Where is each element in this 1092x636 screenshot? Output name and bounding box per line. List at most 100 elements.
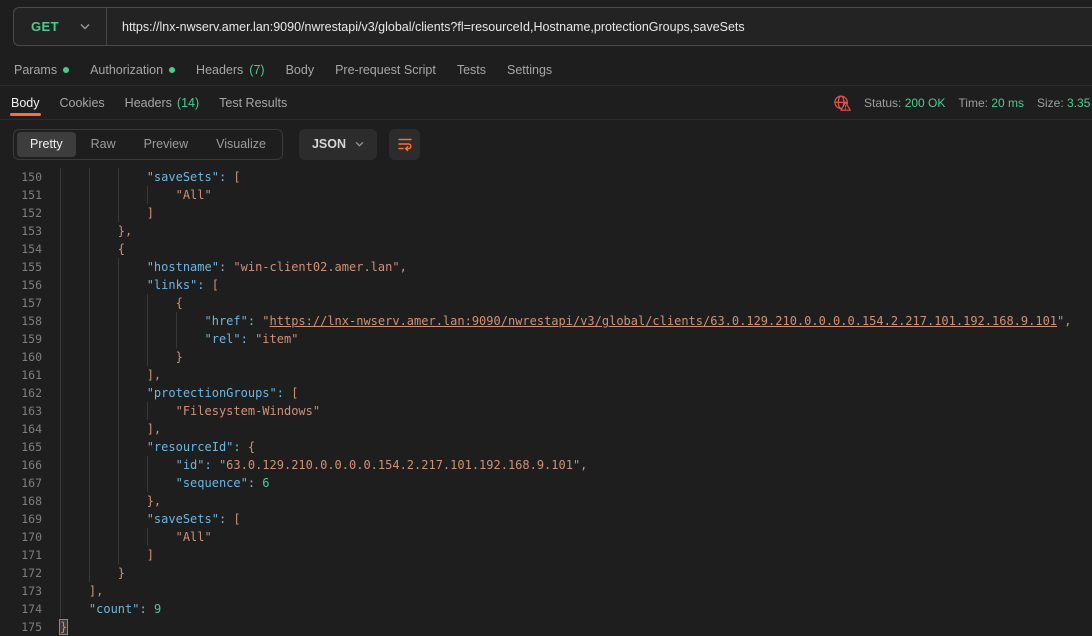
indent-guide <box>89 438 90 456</box>
code-line[interactable]: 150 "saveSets": [ <box>0 168 1092 186</box>
code-line-content: ], <box>60 366 1092 384</box>
code-line[interactable]: 165 "resourceId": { <box>0 438 1092 456</box>
indent-guide <box>147 456 148 474</box>
indent-guide <box>60 420 61 438</box>
indent-guide <box>147 330 148 348</box>
indent-guide <box>60 474 61 492</box>
indent-guide <box>60 312 61 330</box>
line-number: 171 <box>0 546 42 564</box>
code-line[interactable]: 154 { <box>0 240 1092 258</box>
tab-pre-request-script[interactable]: Pre-request Script <box>335 63 436 77</box>
code-line[interactable]: 152 ] <box>0 204 1092 222</box>
code-line-content: } <box>60 348 1092 366</box>
json-token: "id": <box>176 458 219 472</box>
status-badge: Status: 200 OK <box>864 96 945 110</box>
tab-tests[interactable]: Tests <box>457 63 486 77</box>
code-line[interactable]: 160 } <box>0 348 1092 366</box>
url-input[interactable]: https://lnx-nwserv.amer.lan:9090/nwresta… <box>107 20 745 34</box>
indent-guide <box>147 294 148 312</box>
tab-authorization[interactable]: Authorization <box>90 63 175 77</box>
green-dot-icon <box>63 67 69 73</box>
code-line[interactable]: 171 ] <box>0 546 1092 564</box>
code-line-content: "href": "https://lnx-nwserv.amer.lan:909… <box>60 312 1092 330</box>
code-line[interactable]: 168 }, <box>0 492 1092 510</box>
json-token: "links": <box>147 278 212 292</box>
code-line[interactable]: 153 }, <box>0 222 1092 240</box>
code-line-content: } <box>60 618 1092 636</box>
indent-guide <box>89 366 90 384</box>
code-line[interactable]: 163 "Filesystem-Windows" <box>0 402 1092 420</box>
code-line[interactable]: 151 "All" <box>0 186 1092 204</box>
json-token: "All" <box>176 188 212 202</box>
response-view-bar: PrettyRawPreviewVisualize JSON <box>0 120 1092 168</box>
code-line-content: "All" <box>60 528 1092 546</box>
indent-guide <box>89 564 90 582</box>
indent-guide <box>118 366 119 384</box>
indent-guide <box>176 330 177 348</box>
tab-body[interactable]: Body <box>286 63 315 77</box>
code-line[interactable]: 173 ], <box>0 582 1092 600</box>
line-number: 174 <box>0 600 42 618</box>
code-line[interactable]: 166 "id": "63.0.129.210.0.0.0.0.154.2.21… <box>0 456 1092 474</box>
code-line[interactable]: 158 "href": "https://lnx-nwserv.amer.lan… <box>0 312 1092 330</box>
code-line-content: "Filesystem-Windows" <box>60 402 1092 420</box>
code-line[interactable]: 161 ], <box>0 366 1092 384</box>
code-line[interactable]: 169 "saveSets": [ <box>0 510 1092 528</box>
code-line[interactable]: 159 "rel": "item" <box>0 330 1092 348</box>
line-number: 169 <box>0 510 42 528</box>
code-line[interactable]: 164 ], <box>0 420 1092 438</box>
json-link[interactable]: https://lnx-nwserv.amer.lan:9090/nwresta… <box>270 314 1057 328</box>
tab-label: Body <box>286 63 315 77</box>
chevron-down-icon[interactable] <box>80 23 90 30</box>
code-line-content: "rel": "item" <box>60 330 1092 348</box>
method-selector[interactable]: GET <box>14 19 80 34</box>
indent-guide <box>89 384 90 402</box>
indent-guide <box>147 528 148 546</box>
view-mode-raw[interactable]: Raw <box>78 132 129 157</box>
code-line[interactable]: 156 "links": [ <box>0 276 1092 294</box>
line-number: 162 <box>0 384 42 402</box>
indent-guide <box>89 348 90 366</box>
globe-warning-icon[interactable] <box>833 94 851 112</box>
code-line[interactable]: 157 { <box>0 294 1092 312</box>
indent-guide <box>89 402 90 420</box>
indent-guide <box>89 456 90 474</box>
view-mode-visualize[interactable]: Visualize <box>203 132 279 157</box>
indent-guide <box>118 168 119 186</box>
response-tab-body[interactable]: Body <box>11 86 40 119</box>
response-tab-cookies[interactable]: Cookies <box>60 86 105 119</box>
code-line[interactable]: 174 "count": 9 <box>0 600 1092 618</box>
postman-window: GET https://lnx-nwserv.amer.lan:9090/nwr… <box>0 0 1092 636</box>
json-token: } <box>176 350 183 364</box>
tab-settings[interactable]: Settings <box>507 63 552 77</box>
view-mode-preview[interactable]: Preview <box>131 132 201 157</box>
indent-guide <box>60 204 61 222</box>
code-line[interactable]: 172 } <box>0 564 1092 582</box>
json-token: { <box>248 440 255 454</box>
tab-label: Headers <box>125 96 172 110</box>
json-token: "rel": <box>205 332 256 346</box>
indent-guide <box>60 240 61 258</box>
code-line[interactable]: 175} <box>0 618 1092 636</box>
text-wrap-button[interactable] <box>389 129 420 160</box>
tab-headers[interactable]: Headers (7) <box>196 63 265 77</box>
response-tab-test-results[interactable]: Test Results <box>219 86 287 119</box>
indent-guide <box>60 276 61 294</box>
tab-params[interactable]: Params <box>14 63 69 77</box>
indent-guide <box>89 204 90 222</box>
json-token: }, <box>147 494 161 508</box>
json-token: ] <box>147 206 154 220</box>
response-tab-headers[interactable]: Headers(14) <box>125 86 199 119</box>
json-token: "count": <box>89 602 154 616</box>
code-line[interactable]: 167 "sequence": 6 <box>0 474 1092 492</box>
tab-label: Cookies <box>60 96 105 110</box>
indent-guide <box>118 330 119 348</box>
code-line-content: } <box>60 564 1092 582</box>
indent-guide <box>118 186 119 204</box>
code-line[interactable]: 162 "protectionGroups": [ <box>0 384 1092 402</box>
tab-label: Test Results <box>219 96 287 110</box>
code-line[interactable]: 155 "hostname": "win-client02.amer.lan", <box>0 258 1092 276</box>
code-line[interactable]: 170 "All" <box>0 528 1092 546</box>
format-select[interactable]: JSON <box>299 129 377 160</box>
view-mode-pretty[interactable]: Pretty <box>17 132 76 157</box>
